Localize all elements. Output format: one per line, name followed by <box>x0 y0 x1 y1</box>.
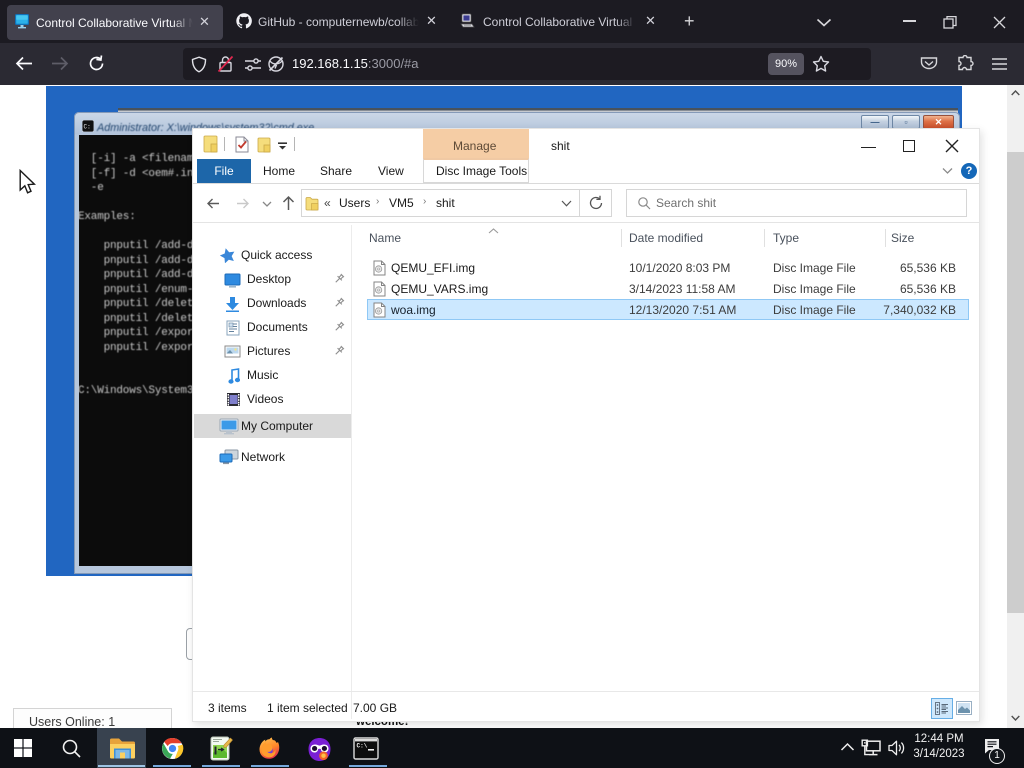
svg-text:C:: C: <box>84 124 91 131</box>
svg-text:C:\: C:\ <box>357 743 368 750</box>
